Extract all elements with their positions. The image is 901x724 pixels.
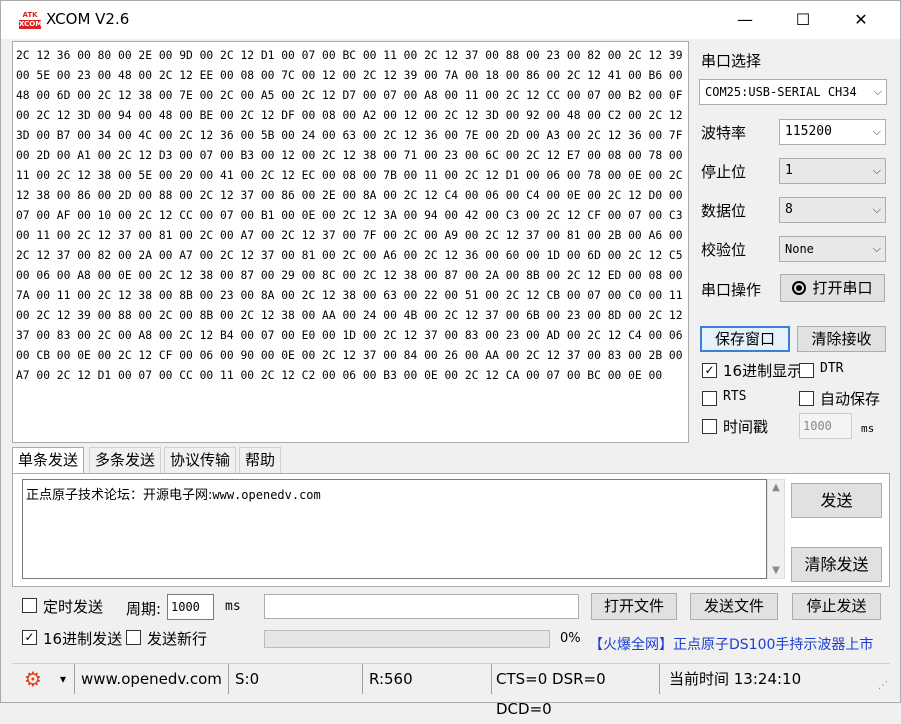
chevron-down-icon: ⌵ <box>872 242 881 255</box>
gear-icon[interactable]: ⚙ <box>24 664 42 694</box>
clear-receive-button[interactable]: 清除接收 <box>797 326 886 352</box>
autosave-label: 自动保存 <box>820 390 881 408</box>
status-website[interactable]: www.openedv.com <box>74 664 229 694</box>
port-select-value: COM25:USB-SERIAL CH34 <box>705 85 857 99</box>
send-textarea[interactable]: 正点原子技术论坛：开源电子网:www.openedv.com <box>22 479 767 579</box>
scroll-up-icon[interactable]: ▲ <box>768 482 784 493</box>
send-progress-bar <box>264 630 550 648</box>
check-icon: ✓ <box>704 363 715 377</box>
databits-value: 8 <box>785 202 793 217</box>
progress-percent: 0% <box>560 631 581 646</box>
send-tabs: 单条发送 多条发送 协议传输 帮助 <box>12 447 312 474</box>
receive-textarea[interactable]: 2C 12 36 00 80 00 2E 00 9D 00 2C 12 D1 0… <box>12 41 689 443</box>
open-port-label: 打开串口 <box>812 279 873 297</box>
send-file-button[interactable]: 发送文件 <box>690 593 778 620</box>
status-bar: ⚙ ▾ www.openedv.com S:0 R:560 CTS=0 DSR=… <box>12 663 890 718</box>
close-button[interactable]: ✕ <box>838 1 884 39</box>
tab-help[interactable]: 帮助 <box>239 447 282 473</box>
record-icon <box>792 281 807 295</box>
window-title: XCOM V2.6 <box>46 10 130 28</box>
open-file-button[interactable]: 打开文件 <box>591 593 677 620</box>
databits-select[interactable]: 8 ⌵ <box>779 197 886 223</box>
tab-single-send[interactable]: 单条发送 <box>12 447 85 474</box>
status-lines: CTS=0 DSR=0 DCD=0 <box>492 664 660 718</box>
save-window-button[interactable]: 保存窗口 <box>700 326 790 352</box>
clear-send-button[interactable]: 清除发送 <box>791 547 882 582</box>
xcom-window: ATK XCOM XCOM V2.6 — ☐ ✕ 2C 12 36 00 80 … <box>0 0 901 718</box>
period-label: 周期: <box>126 600 162 618</box>
baud-label: 波特率 <box>701 124 747 142</box>
send-text-cn: 正点原子技术论坛：开源电子网: <box>26 488 213 503</box>
baud-select[interactable]: 115200 ⌵ <box>779 119 886 145</box>
timestamp-checkbox[interactable] <box>702 419 717 434</box>
send-scrollbar[interactable]: ▲ ▼ <box>767 479 785 579</box>
hex-send-checkbox[interactable]: ✓ <box>22 630 37 645</box>
hex-display-checkbox[interactable]: ✓ <box>702 363 717 378</box>
parity-value: None <box>785 242 814 256</box>
hex-display-label: 16进制显示 <box>723 362 803 380</box>
port-select[interactable]: COM25:USB-SERIAL CH34 ⌵ <box>699 79 887 105</box>
dtr-label: DTR <box>820 361 844 376</box>
title-bar: ATK XCOM XCOM V2.6 — ☐ ✕ <box>1 1 900 39</box>
timestamp-unit: ms <box>861 422 875 435</box>
settings-panel: 串口选择 COM25:USB-SERIAL CH34 ⌵ 波特率 115200 … <box>691 41 896 443</box>
scroll-down-icon[interactable]: ▼ <box>768 565 784 576</box>
chevron-down-icon: ⌵ <box>872 125 881 138</box>
status-sent: S:0 <box>229 664 363 694</box>
send-button[interactable]: 发送 <box>791 483 882 518</box>
parity-select[interactable]: None ⌵ <box>779 236 886 262</box>
chevron-down-icon: ⌵ <box>873 85 882 98</box>
stopbits-select[interactable]: 1 ⌵ <box>779 158 886 184</box>
minimize-button[interactable]: — <box>722 1 768 39</box>
dropdown-arrow-icon[interactable]: ▾ <box>60 664 66 694</box>
tab-multi-send[interactable]: 多条发送 <box>89 447 162 473</box>
period-unit: ms <box>225 599 241 614</box>
autosave-checkbox[interactable] <box>799 391 814 406</box>
dtr-checkbox[interactable] <box>799 363 814 378</box>
tab-protocol[interactable]: 协议传输 <box>164 447 237 473</box>
period-input[interactable]: 1000 <box>167 594 214 620</box>
hex-send-label: 16进制发送 <box>43 630 123 648</box>
stop-send-button[interactable]: 停止发送 <box>792 593 881 620</box>
chevron-down-icon: ⌵ <box>872 164 881 177</box>
rts-checkbox[interactable] <box>702 391 717 406</box>
open-port-button[interactable]: 打开串口 <box>780 274 885 302</box>
timed-send-checkbox[interactable] <box>22 598 37 613</box>
port-select-label: 串口选择 <box>701 52 762 70</box>
resize-grip-icon[interactable]: ⋰ <box>878 680 888 691</box>
settings-menu[interactable]: ⚙ ▾ <box>12 664 74 694</box>
newline-checkbox[interactable] <box>126 630 141 645</box>
stopbits-label: 停止位 <box>701 163 747 181</box>
rts-label: RTS <box>723 389 747 404</box>
newline-label: 发送新行 <box>147 630 208 648</box>
logo-top-text: ATK <box>22 11 38 19</box>
databits-label: 数据位 <box>701 202 747 220</box>
check-icon: ✓ <box>24 630 35 644</box>
chevron-down-icon: ⌵ <box>872 203 881 216</box>
stopbits-value: 1 <box>785 163 793 178</box>
app-logo: ATK XCOM <box>19 11 43 29</box>
timed-send-label: 定时发送 <box>43 598 104 616</box>
timestamp-label: 时间戳 <box>723 418 769 436</box>
parity-label: 校验位 <box>701 241 747 259</box>
maximize-button[interactable]: ☐ <box>780 1 826 39</box>
baud-value: 115200 <box>785 124 832 139</box>
status-time: 当前时间 13:24:10 <box>669 670 802 688</box>
logo-bottom-text: XCOM <box>19 20 43 29</box>
single-send-panel: 正点原子技术论坛：开源电子网:www.openedv.com ▲ ▼ <box>12 473 890 587</box>
file-path-input[interactable] <box>264 594 579 619</box>
promo-link[interactable]: 【火爆全网】正点原子DS100手持示波器上市 <box>589 634 873 654</box>
timestamp-input[interactable]: 1000 <box>799 413 852 439</box>
send-text-url: www.openedv.com <box>212 488 321 502</box>
status-received: R:560 <box>363 664 492 694</box>
port-op-label: 串口操作 <box>701 281 762 299</box>
